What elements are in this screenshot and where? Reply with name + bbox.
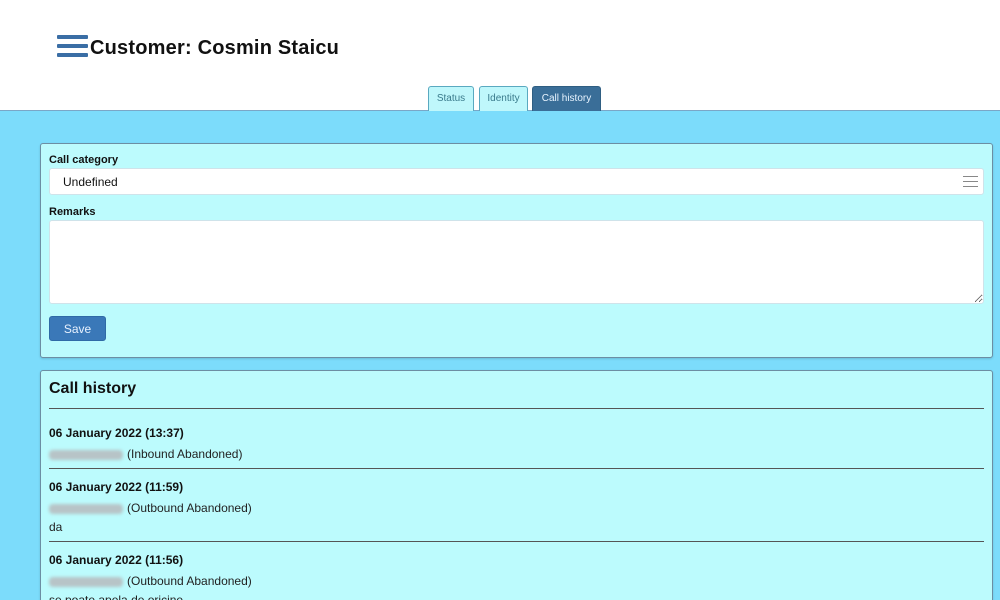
call-category-select[interactable]: Undefined bbox=[49, 168, 984, 195]
call-history-list: 06 January 2022 (13:37) (Inbound Abandon… bbox=[49, 425, 984, 600]
tab-call-history[interactable]: Call history bbox=[532, 86, 601, 111]
page-title: Customer: Cosmin Staicu bbox=[90, 37, 340, 59]
redacted-phone-number bbox=[49, 449, 123, 460]
call-category-label: Call category bbox=[49, 154, 119, 166]
main-content: Call category Undefined Remarks Save Cal… bbox=[0, 111, 1000, 600]
call-form-panel: Call category Undefined Remarks Save bbox=[40, 143, 993, 358]
hamburger-menu-icon[interactable] bbox=[57, 35, 88, 58]
call-type: (Outbound Abandoned) bbox=[127, 574, 252, 588]
call-type: (Inbound Abandoned) bbox=[127, 447, 243, 461]
page-header: Customer: Cosmin Staicu Status Identity … bbox=[0, 0, 1000, 111]
redacted-phone-number bbox=[49, 503, 123, 514]
list-icon bbox=[963, 176, 978, 187]
call-date: 06 January 2022 (11:59) bbox=[49, 480, 184, 494]
call-remark: se poate apela de oricine bbox=[49, 593, 184, 600]
tab-bar: Status Identity Call history bbox=[0, 86, 1000, 111]
call-date: 06 January 2022 (13:37) bbox=[49, 426, 184, 440]
call-type: (Outbound Abandoned) bbox=[127, 501, 252, 515]
list-item: 06 January 2022 (11:59) (Outbound Abando… bbox=[49, 479, 984, 542]
call-remark: da bbox=[49, 520, 63, 534]
call-category-value: Undefined bbox=[63, 175, 118, 189]
tab-status[interactable]: Status bbox=[428, 86, 474, 111]
list-item: 06 January 2022 (11:56) (Outbound Abando… bbox=[49, 552, 984, 600]
redacted-phone-number bbox=[49, 576, 123, 587]
call-date: 06 January 2022 (11:56) bbox=[49, 553, 184, 567]
tab-identity[interactable]: Identity bbox=[479, 86, 528, 111]
call-history-title: Call history bbox=[49, 380, 137, 397]
save-button[interactable]: Save bbox=[49, 316, 106, 341]
call-history-panel: Call history 06 January 2022 (13:37) (In… bbox=[40, 370, 993, 600]
list-item: 06 January 2022 (13:37) (Inbound Abandon… bbox=[49, 425, 984, 469]
divider bbox=[49, 408, 984, 409]
remarks-textarea[interactable] bbox=[49, 220, 984, 304]
remarks-label: Remarks bbox=[49, 206, 96, 218]
